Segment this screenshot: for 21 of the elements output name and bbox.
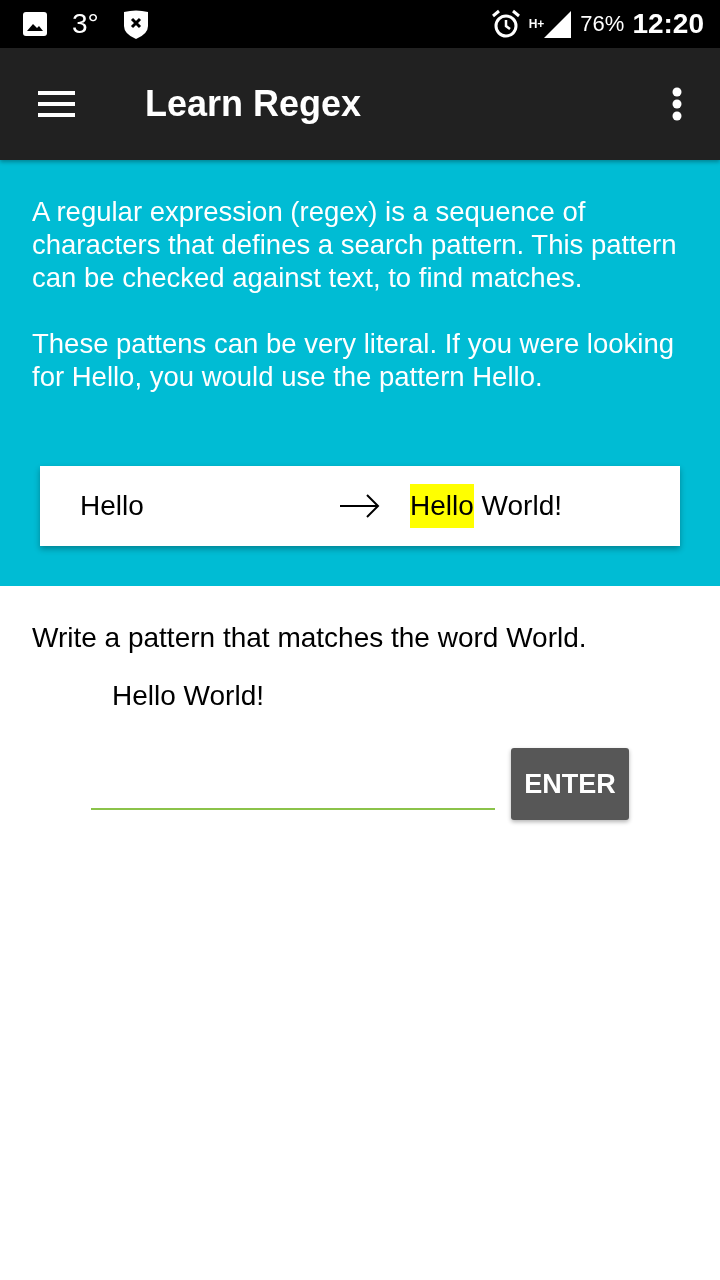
network-type-text: H+ xyxy=(528,17,545,31)
time-text: 12:20 xyxy=(632,10,704,38)
intro-paragraph: These pattens can be very literal. If you were looking for Hello, you would use the pattern Hello. xyxy=(32,327,675,393)
app-title: Learn Regex xyxy=(145,82,363,126)
temperature-text: 3° xyxy=(72,10,99,38)
example-result: Hello World! xyxy=(410,484,562,528)
more-options-button[interactable] xyxy=(672,87,682,121)
menu-button[interactable] xyxy=(38,89,75,119)
right-arrow-icon xyxy=(340,493,380,519)
example-pattern: Hello xyxy=(80,492,144,520)
image-icon xyxy=(22,11,48,37)
shield-x-icon xyxy=(122,9,149,39)
exercise-prompt: Write a pattern that matches the word World. xyxy=(32,622,588,654)
more-vertical-icon xyxy=(672,87,682,121)
alarm-icon xyxy=(490,9,521,39)
intro-paragraph: A regular expression (regex) is a sequence of characters that defines a search pattern. This pattern can be checked against text, to find matches. xyxy=(32,195,678,294)
battery-text: 76% xyxy=(580,13,625,35)
enter-button[interactable]: ENTER xyxy=(511,748,629,820)
signal-icon xyxy=(542,9,573,39)
exercise-subject-text: Hello World! xyxy=(112,680,265,712)
menu-icon xyxy=(38,89,75,119)
